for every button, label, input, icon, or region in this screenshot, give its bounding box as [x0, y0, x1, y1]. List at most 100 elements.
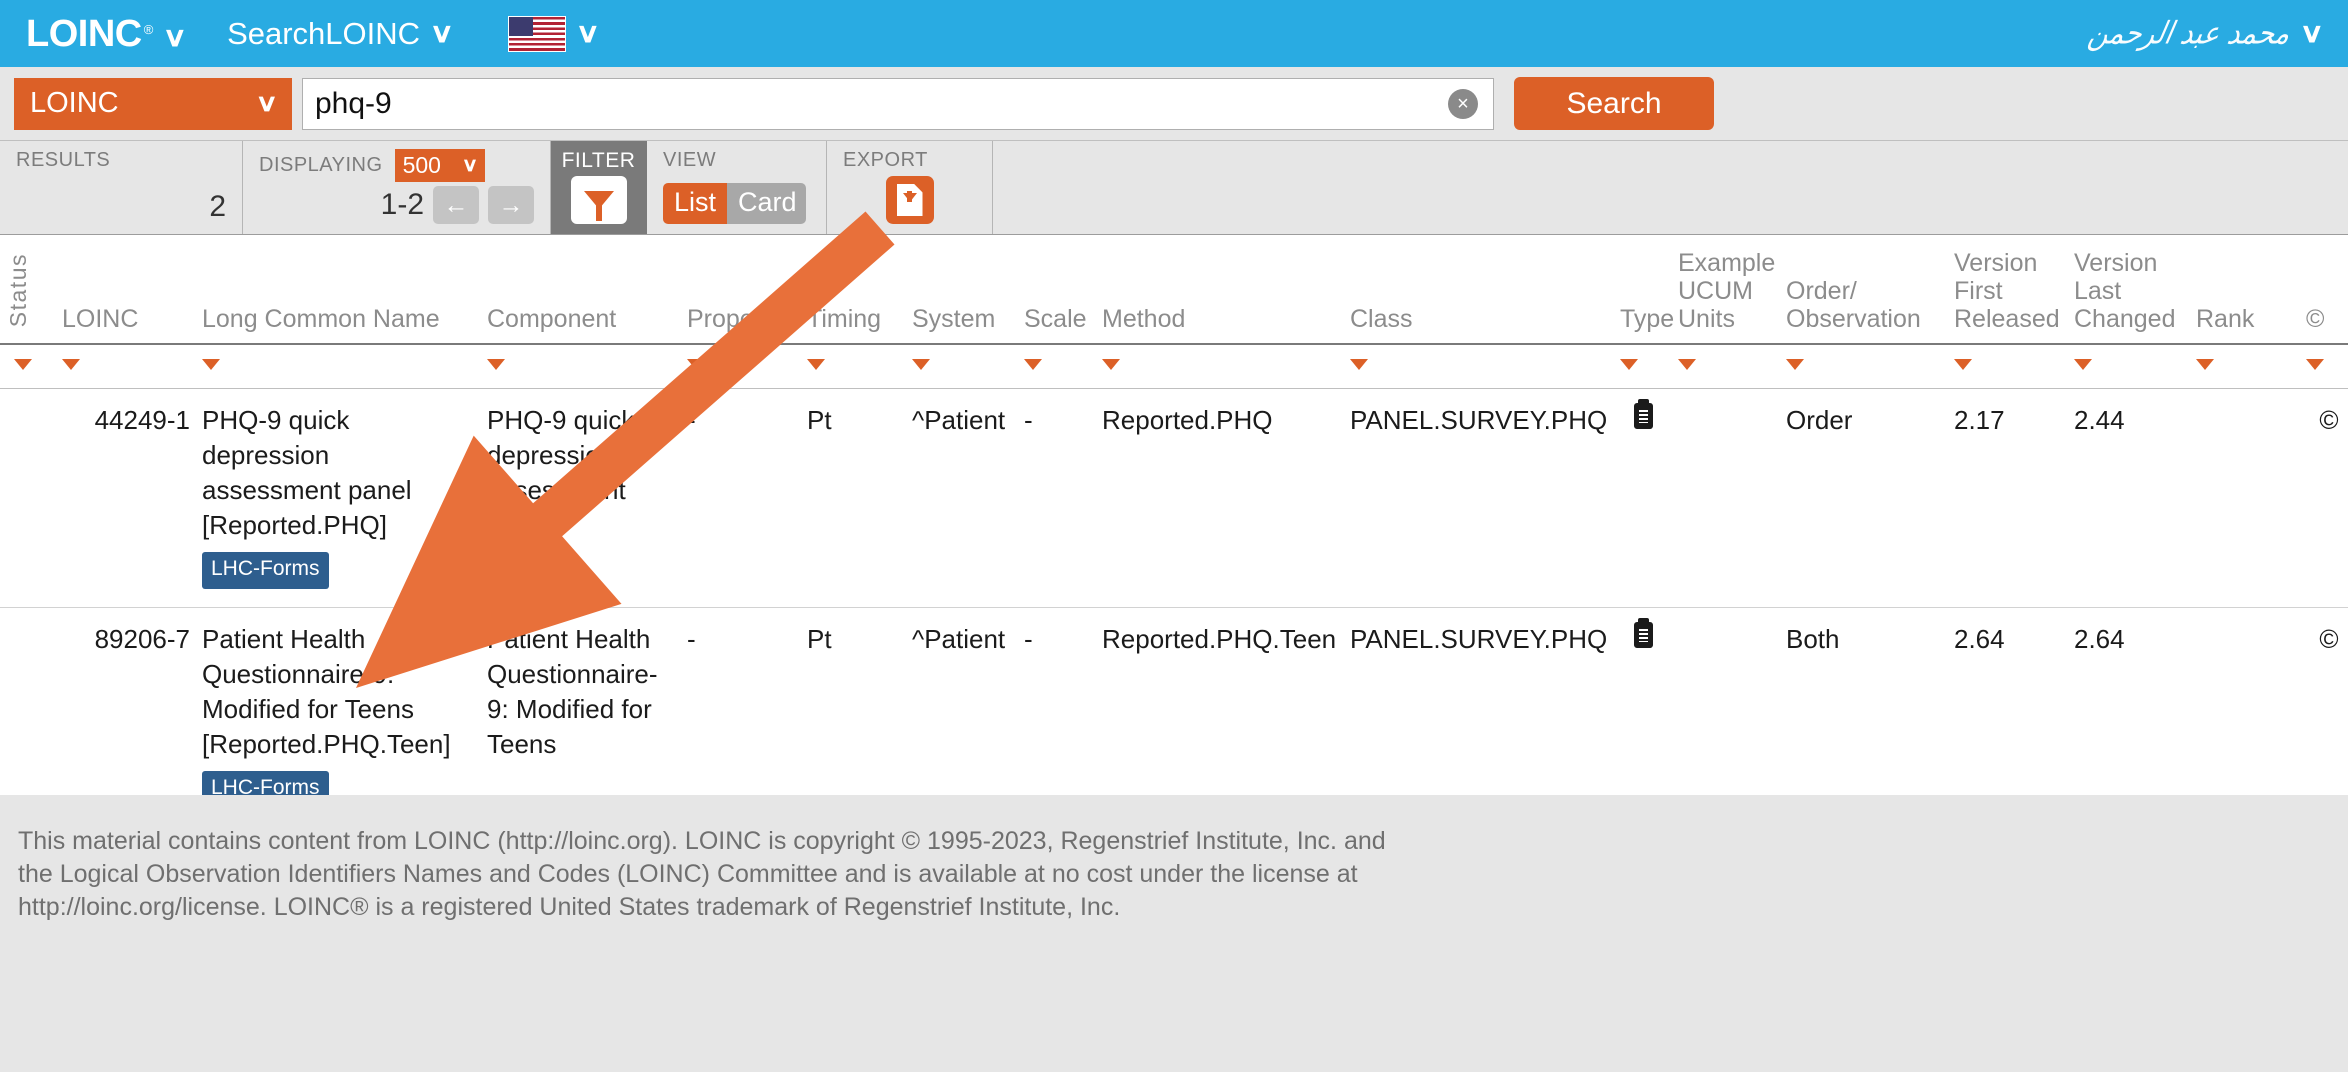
- cell-scale: -: [1018, 388, 1096, 608]
- view-toggle-group: List Card: [663, 183, 806, 224]
- cell-method: Reported.PHQ: [1096, 388, 1344, 608]
- chevron-down-icon[interactable]: ∨: [430, 20, 455, 47]
- column-header-property[interactable]: Property: [681, 235, 801, 345]
- search-input[interactable]: [302, 77, 1494, 130]
- cell-rank: [2190, 388, 2300, 608]
- page-size-select[interactable]: 500 ∨: [394, 149, 485, 182]
- chevron-down-icon: ∨: [255, 90, 279, 117]
- registered-trademark-icon: ®: [143, 21, 154, 37]
- loinc-search-page: LOINC ® ∨ SearchLOINC ∨ ∨ محمد عبد الرحم…: [0, 0, 2348, 1072]
- filter-cell[interactable]: FILTER: [551, 141, 647, 234]
- cell-timing: Pt: [801, 607, 906, 827]
- sort-caret-order-observation[interactable]: [1786, 359, 1804, 370]
- cell-copyright-icon[interactable]: ©: [2300, 607, 2348, 827]
- sort-caret-method[interactable]: [1102, 359, 1120, 370]
- footer-line-1: This material contains content from LOIN…: [18, 827, 1386, 855]
- chevron-down-icon[interactable]: ∨: [575, 20, 600, 47]
- column-header-timing[interactable]: Timing: [801, 235, 906, 345]
- results-count: 2: [209, 190, 226, 223]
- sort-caret-property[interactable]: [687, 359, 705, 370]
- column-header-type[interactable]: Type: [1614, 235, 1674, 345]
- results-toolbar: RESULTS 2 DISPLAYING 500 ∨ 1-2 ← → FILTE…: [0, 140, 2348, 235]
- cell-ucum-units: [1672, 607, 1780, 827]
- footer-line-2: the Logical Observation Identifiers Name…: [18, 860, 1358, 888]
- search-source-select[interactable]: LOINC ∨: [14, 77, 292, 130]
- sort-caret-scale[interactable]: [1024, 359, 1042, 370]
- sort-caret-timing[interactable]: [807, 359, 825, 370]
- cell-version-last-changed: 2.44: [2068, 388, 2190, 608]
- table-row[interactable]: 44249-1 PHQ-9 quick depression assessmen…: [0, 388, 2348, 608]
- language-selector[interactable]: ∨: [452, 15, 600, 52]
- long-common-name-text: PHQ-9 quick depression assessment panel …: [202, 405, 412, 541]
- table-row[interactable]: 89206-7 Patient Health Questionnaire-9: …: [0, 607, 2348, 827]
- search-button[interactable]: Search: [1514, 77, 1714, 130]
- column-header-example-ucum-units[interactable]: Example UCUM Units: [1672, 235, 1780, 345]
- column-header-component[interactable]: Component: [481, 235, 681, 345]
- cell-rank: [2190, 607, 2300, 827]
- loinc-logo-text: LOINC: [26, 12, 142, 55]
- table-header-row: Status LOINC Long Common Name Component …: [0, 235, 2348, 345]
- sort-caret-copyright[interactable]: [2306, 359, 2324, 370]
- chevron-down-icon[interactable]: ∨: [2300, 20, 2325, 47]
- chevron-down-icon[interactable]: ∨: [163, 23, 188, 51]
- sort-caret-status[interactable]: [14, 359, 32, 370]
- cell-status: [0, 388, 56, 608]
- download-document-icon: [896, 184, 923, 216]
- next-page-button[interactable]: →: [488, 186, 534, 224]
- column-header-version-first-released[interactable]: Version First Released: [1948, 235, 2068, 345]
- displaying-label: DISPLAYING: [259, 153, 383, 176]
- sort-caret-class[interactable]: [1350, 359, 1368, 370]
- column-header-status-label: Status: [5, 252, 31, 327]
- column-header-scale[interactable]: Scale: [1018, 235, 1096, 345]
- cell-loinc-code[interactable]: 89206-7: [56, 607, 196, 827]
- sort-caret-component[interactable]: [487, 359, 505, 370]
- column-header-class[interactable]: Class: [1344, 235, 1614, 345]
- previous-page-button[interactable]: ←: [433, 186, 479, 224]
- search-input-wrapper: ×: [302, 77, 1494, 130]
- sort-caret-long-common-name[interactable]: [202, 359, 220, 370]
- search-source-value: LOINC: [30, 87, 119, 119]
- cell-property: -: [681, 388, 801, 608]
- filter-button[interactable]: [570, 176, 627, 224]
- export-button[interactable]: [885, 176, 934, 224]
- loinc-logo[interactable]: LOINC ® ∨: [26, 12, 188, 55]
- column-header-long-common-name[interactable]: Long Common Name: [196, 235, 481, 345]
- cell-long-common-name: Patient Health Questionnaire-9: Modified…: [196, 607, 481, 827]
- results-label: RESULTS: [16, 149, 111, 171]
- nav-item-searchloinc-label: SearchLOINC: [227, 15, 421, 51]
- column-header-rank[interactable]: Rank: [2190, 235, 2300, 345]
- footer-license-notice: This material contains content from LOIN…: [0, 795, 2348, 1072]
- column-header-version-last-changed[interactable]: Version Last Changed: [2068, 235, 2190, 345]
- cell-ucum-units: [1672, 388, 1780, 608]
- column-header-status[interactable]: Status: [0, 235, 56, 345]
- export-label: EXPORT: [843, 149, 928, 171]
- us-flag-icon: [507, 15, 566, 52]
- column-header-order-observation[interactable]: Order/ Observation: [1780, 235, 1948, 345]
- column-header-method[interactable]: Method: [1096, 235, 1344, 345]
- sort-caret-system[interactable]: [912, 359, 930, 370]
- cell-order-observation: Order: [1780, 388, 1948, 608]
- cell-system: ^Patient: [906, 607, 1018, 827]
- sort-caret-loinc[interactable]: [62, 359, 80, 370]
- sort-caret-ucum-units[interactable]: [1678, 359, 1696, 370]
- top-navigation-bar: LOINC ® ∨ SearchLOINC ∨ ∨ محمد عبد الرحم…: [0, 0, 2348, 67]
- sort-caret-version-last-changed[interactable]: [2074, 359, 2092, 370]
- nav-item-searchloinc[interactable]: SearchLOINC ∨: [227, 15, 455, 52]
- column-header-copyright[interactable]: ©: [2300, 235, 2348, 345]
- funnel-icon: [583, 191, 614, 221]
- view-toggle-list[interactable]: List: [663, 183, 728, 224]
- sort-caret-rank[interactable]: [2196, 359, 2214, 370]
- sort-caret-version-first-released[interactable]: [1954, 359, 1972, 370]
- lhc-forms-badge[interactable]: LHC-Forms: [202, 552, 329, 589]
- sort-caret-type[interactable]: [1620, 359, 1638, 370]
- clear-search-icon[interactable]: ×: [1448, 88, 1478, 119]
- cell-loinc-code[interactable]: 44249-1: [56, 388, 196, 608]
- column-header-loinc[interactable]: LOINC: [56, 235, 196, 345]
- cell-timing: Pt: [801, 388, 906, 608]
- page-range: 1-2: [380, 188, 424, 221]
- column-header-system[interactable]: System: [906, 235, 1018, 345]
- long-common-name-text: Patient Health Questionnaire-9: Modified…: [202, 623, 451, 759]
- user-menu[interactable]: محمد عبد الرحمن ∨: [2086, 16, 2325, 52]
- cell-copyright-icon[interactable]: ©: [2300, 388, 2348, 608]
- view-toggle-card[interactable]: Card: [727, 183, 806, 224]
